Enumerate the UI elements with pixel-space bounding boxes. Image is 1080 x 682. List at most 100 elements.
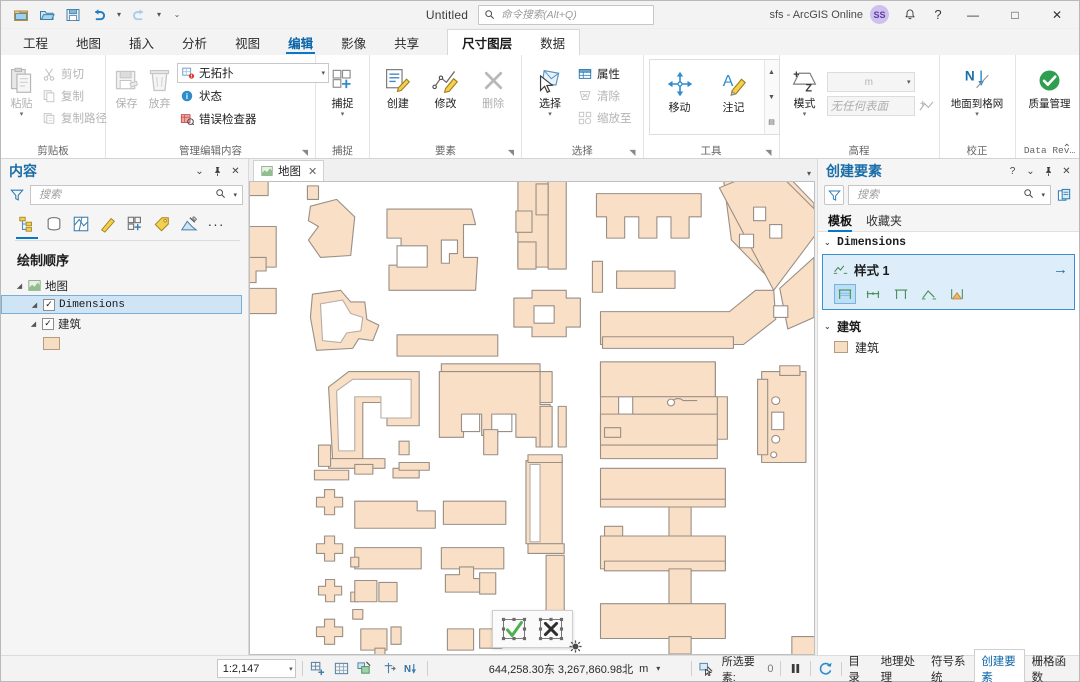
redo-dropdown-icon[interactable]: ▾: [153, 4, 165, 26]
chevron-down-icon[interactable]: ⌄: [824, 322, 833, 331]
manage-edits-dialog-launcher[interactable]: ◥: [302, 148, 308, 157]
list-by-selection-icon[interactable]: [69, 213, 93, 236]
list-by-drawing-order-icon[interactable]: [15, 213, 39, 239]
move-tool-button[interactable]: 移动: [654, 64, 706, 134]
attributes-button[interactable]: 属性: [575, 63, 638, 84]
tools-dialog-launcher[interactable]: ◥: [765, 148, 771, 157]
tab-favorites[interactable]: 收藏夹: [866, 212, 902, 232]
chevron-down-icon[interactable]: ⌄: [191, 162, 208, 180]
clear-selection-button[interactable]: 清除: [575, 85, 638, 106]
insert-map-frame-icon[interactable]: [309, 659, 327, 679]
select-dropdown-icon[interactable]: ▾: [548, 111, 552, 118]
tree-node-building[interactable]: ◢ ✓ 建筑: [1, 314, 248, 333]
tree-node-map[interactable]: ◢ 地图: [1, 276, 248, 295]
layer-checkbox-dimensions[interactable]: ✓: [43, 298, 55, 311]
command-search-input[interactable]: [499, 7, 649, 22]
gallery-scroll-up-icon[interactable]: ▲: [765, 60, 779, 84]
filter-icon[interactable]: [7, 186, 26, 205]
grid-icon[interactable]: [332, 659, 350, 679]
more-options-icon[interactable]: ···: [204, 213, 228, 236]
chevron-down-icon[interactable]: ▾: [807, 169, 811, 178]
command-search[interactable]: [478, 4, 655, 25]
close-icon[interactable]: ✕: [227, 162, 244, 180]
create-features-button[interactable]: 创建: [375, 60, 421, 111]
status-button[interactable]: i 状态: [177, 85, 329, 106]
template-group-dimensions[interactable]: ⌄ Dimensions: [818, 232, 1079, 253]
list-by-snapping-icon[interactable]: [123, 213, 147, 236]
arrow-right-icon[interactable]: →: [1053, 261, 1068, 278]
tab-analysis[interactable]: 分析: [168, 29, 221, 55]
elevation-surface-field[interactable]: 无任何表面: [826, 96, 915, 116]
filter-icon[interactable]: [824, 185, 844, 205]
close-icon[interactable]: ✕: [308, 165, 317, 178]
chevron-down-icon[interactable]: ▾: [1039, 191, 1047, 199]
selection-dialog-launcher[interactable]: ◥: [629, 148, 635, 157]
snapping-button[interactable]: 捕捉 ▾: [321, 60, 364, 118]
bell-icon[interactable]: [897, 3, 923, 27]
tab-map[interactable]: 地图: [62, 29, 115, 55]
copy-button[interactable]: 复制: [39, 85, 113, 106]
copy-path-button[interactable]: 复制路径: [39, 107, 113, 128]
aligned-dimension-tool-icon[interactable]: [834, 284, 856, 304]
undo-icon[interactable]: [87, 4, 111, 26]
new-project-icon[interactable]: [9, 4, 33, 26]
cancel-sketch-button[interactable]: [534, 614, 568, 644]
manage-templates-icon[interactable]: [1055, 186, 1074, 205]
cut-button[interactable]: 剪切: [39, 63, 113, 84]
freehand-dimension-tool-icon[interactable]: [947, 285, 967, 303]
avatar[interactable]: SS: [870, 5, 889, 24]
chevron-up-icon[interactable]: ⌃: [1059, 141, 1075, 156]
search-icon[interactable]: [213, 188, 228, 202]
bottom-tab-geoprocessing[interactable]: 地理处理: [874, 649, 924, 682]
chevron-down-icon[interactable]: ▾: [289, 665, 293, 673]
tools-gallery-scroller[interactable]: ▲ ▼ ▤: [763, 60, 779, 134]
pause-icon[interactable]: [786, 659, 804, 679]
tab-imagery[interactable]: 影像: [327, 29, 380, 55]
create-features-search-box[interactable]: ▾: [848, 185, 1051, 205]
question-mark-icon[interactable]: ?: [925, 3, 951, 27]
open-project-icon[interactable]: [35, 4, 59, 26]
close-icon[interactable]: ✕: [1058, 162, 1075, 180]
tab-share[interactable]: 共享: [380, 29, 433, 55]
paste-button[interactable]: 粘贴 ▾: [6, 60, 37, 118]
redo-icon[interactable]: [127, 4, 151, 26]
chevron-down-icon[interactable]: ▾: [654, 664, 662, 673]
tab-data[interactable]: 数据: [526, 30, 579, 55]
tab-view[interactable]: 视图: [221, 29, 274, 55]
chevron-down-icon[interactable]: ⌄: [1022, 162, 1039, 180]
features-dialog-launcher[interactable]: ◥: [508, 148, 514, 157]
search-icon[interactable]: [1021, 188, 1036, 202]
list-by-data-source-icon[interactable]: [42, 213, 66, 236]
bottom-tab-symbology[interactable]: 符号系统: [924, 649, 974, 682]
refresh-icon[interactable]: [817, 659, 835, 679]
pin-icon[interactable]: [209, 162, 226, 180]
selection-icon[interactable]: [698, 659, 716, 679]
bottom-tab-create-features[interactable]: 创建要素: [974, 648, 1025, 682]
error-inspector-button[interactable]: 错误检查器: [177, 108, 329, 129]
expander-icon[interactable]: ◢: [30, 301, 39, 309]
map-scale-combo[interactable]: 1:2,147 ▾: [216, 659, 296, 678]
ground-to-grid-dropdown-icon[interactable]: ▾: [975, 111, 979, 118]
template-group-building[interactable]: ⌄ 建筑: [818, 316, 1079, 337]
map-view-tab[interactable]: 地图 ✕: [253, 160, 325, 181]
finish-sketch-button[interactable]: [497, 614, 531, 644]
chevron-down-icon[interactable]: ▾: [907, 78, 911, 86]
delete-features-button[interactable]: 删除: [470, 60, 516, 111]
gallery-expand-icon[interactable]: ▤: [765, 110, 779, 134]
minimize-button[interactable]: —: [953, 1, 993, 28]
bottom-tab-catalog[interactable]: 目录: [841, 649, 873, 682]
tab-insert[interactable]: 插入: [115, 29, 168, 55]
customize-qat-icon[interactable]: ⌄: [167, 4, 187, 26]
list-by-editing-icon[interactable]: [96, 213, 120, 236]
layer-symbol-swatch[interactable]: [43, 337, 60, 350]
undo-dropdown-icon[interactable]: ▾: [113, 4, 125, 26]
map-canvas[interactable]: [249, 181, 815, 655]
chevron-down-icon[interactable]: ⌄: [824, 238, 833, 247]
contents-search-input[interactable]: [37, 188, 211, 202]
pin-icon[interactable]: [1040, 162, 1057, 180]
template-item-style-1[interactable]: 样式 1 →: [822, 254, 1075, 310]
create-features-search-input[interactable]: [855, 188, 1019, 202]
zoom-to-selection-button[interactable]: 缩放至: [575, 107, 638, 128]
list-by-labeling-icon[interactable]: [150, 213, 174, 236]
tab-edit[interactable]: 编辑: [274, 29, 327, 55]
